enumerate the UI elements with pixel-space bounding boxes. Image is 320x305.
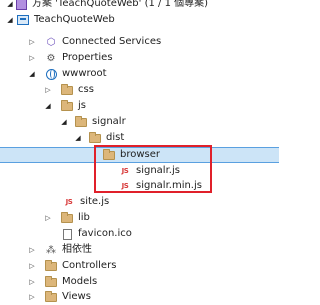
tree-row-site-js[interactable]: JS site.js: [0, 194, 279, 210]
tree-label: signalr: [92, 116, 126, 127]
tree-row-favicon[interactable]: favicon.ico: [0, 226, 279, 242]
tree-row-css[interactable]: ▷ css: [0, 82, 279, 98]
folder-icon: [44, 258, 58, 274]
tree-row-wwwroot[interactable]: ◢ wwwroot: [0, 66, 279, 82]
tree-row-js[interactable]: ◢ js: [0, 98, 279, 114]
collapse-arrow-icon[interactable]: ◢: [74, 130, 82, 146]
tree-row-project[interactable]: ◢ TeachQuoteWeb: [0, 12, 279, 28]
tree-row-properties[interactable]: ▷ ⚙ Properties: [0, 50, 279, 66]
expand-arrow-icon[interactable]: ▷: [28, 258, 36, 274]
tree-label: site.js: [80, 196, 110, 207]
collapse-arrow-icon[interactable]: ◢: [6, 12, 14, 28]
tree-row-signalr[interactable]: ◢ signalr: [0, 114, 279, 130]
tree-label: Models: [62, 276, 98, 287]
collapse-arrow-icon[interactable]: ◢: [44, 98, 52, 114]
connected-services-icon: ⬡: [46, 36, 56, 48]
js-file-icon: JS: [65, 198, 73, 206]
tree-row-views[interactable]: ▷ Views: [0, 289, 279, 305]
tree-label: TeachQuoteWeb: [34, 14, 115, 25]
tree-label: wwwroot: [62, 68, 107, 79]
expand-arrow-icon[interactable]: ▷: [28, 242, 36, 258]
tree-label: Properties: [62, 52, 113, 63]
file-icon: [60, 226, 74, 242]
folder-icon: [44, 274, 58, 290]
solution-icon: [14, 0, 28, 12]
expand-arrow-icon[interactable]: ▷: [44, 82, 52, 98]
expand-arrow-icon[interactable]: ▷: [28, 34, 36, 50]
collapse-arrow-icon[interactable]: ◢: [6, 0, 14, 12]
folder-icon: [88, 130, 102, 146]
tree-label: Views: [62, 291, 91, 302]
tree-label: css: [78, 84, 94, 95]
highlight-annotation-box: [94, 145, 212, 193]
wrench-icon: ⚙: [46, 52, 56, 64]
tree-row-models[interactable]: ▷ Models: [0, 274, 279, 290]
tree-row-dist[interactable]: ◢ dist: [0, 130, 279, 146]
tree-row-connected-services[interactable]: ▷ ⬡ Connected Services: [0, 34, 279, 50]
tree-label: lib: [78, 212, 90, 223]
expand-arrow-icon[interactable]: ▷: [28, 289, 36, 305]
expand-arrow-icon[interactable]: ▷: [44, 210, 52, 226]
expand-arrow-icon[interactable]: ▷: [28, 50, 36, 66]
tree-label: favicon.ico: [78, 228, 132, 239]
tree-row-lib[interactable]: ▷ lib: [0, 210, 279, 226]
folder-icon: [60, 82, 74, 98]
folder-icon: [60, 98, 74, 114]
folder-icon: [60, 210, 74, 226]
tree-label: dist: [106, 132, 125, 143]
globe-icon: [44, 66, 58, 82]
collapse-arrow-icon[interactable]: ◢: [28, 66, 36, 82]
project-icon: [16, 12, 30, 28]
tree-row-dependencies[interactable]: ▷ ⁂ 相依性: [0, 242, 279, 258]
tree-label: js: [78, 100, 86, 111]
tree-label: Controllers: [62, 260, 117, 271]
collapse-arrow-icon[interactable]: ◢: [60, 114, 68, 130]
expand-arrow-icon[interactable]: ▷: [28, 274, 36, 290]
tree-label: 方案 'TeachQuoteWeb' (1 / 1 個專案): [32, 0, 209, 9]
tree-label: Connected Services: [62, 36, 162, 47]
folder-icon: [44, 289, 58, 305]
dependencies-icon: ⁂: [46, 244, 56, 256]
folder-icon: [74, 114, 88, 130]
tree-label: 相依性: [62, 244, 92, 255]
tree-row-solution[interactable]: ◢ 方案 'TeachQuoteWeb' (1 / 1 個專案): [0, 0, 279, 12]
tree-row-controllers[interactable]: ▷ Controllers: [0, 258, 279, 274]
